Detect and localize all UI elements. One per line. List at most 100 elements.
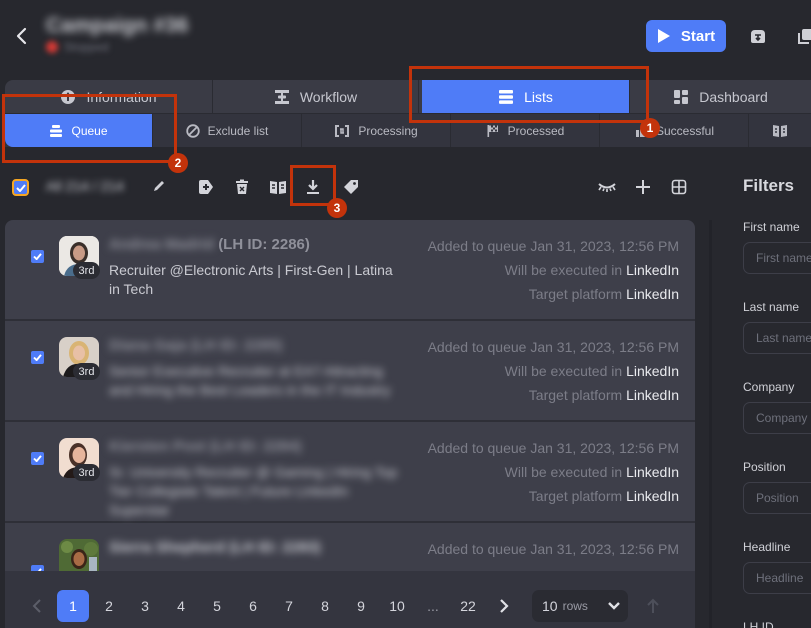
tab-queue[interactable]: Queue: [5, 114, 153, 147]
tag-button[interactable]: [341, 177, 361, 197]
list-item[interactable]: 3rd Andrea Madrid (LH ID: 2286) Recruite…: [5, 220, 695, 321]
trash-icon: [236, 179, 248, 194]
filters-title: Filters: [743, 176, 795, 195]
annotation-badge-1: 1: [640, 118, 660, 138]
page-7[interactable]: 7: [273, 590, 305, 622]
executed-in: Will be executed in LinkedIn: [504, 464, 679, 480]
next-page-button[interactable]: [488, 590, 520, 622]
filter-first-name-input[interactable]: [743, 242, 811, 274]
start-button[interactable]: Start: [646, 20, 726, 52]
play-icon: [657, 29, 670, 43]
page-8[interactable]: 8: [309, 590, 341, 622]
chevron-down-icon: [608, 602, 620, 610]
back-button[interactable]: [12, 24, 32, 48]
page-ellipsis[interactable]: ...: [417, 590, 449, 622]
rows-per-page-select[interactable]: 10 rows: [532, 590, 628, 622]
dashboard-icon: [674, 89, 689, 104]
eye-closed-icon: [598, 183, 616, 192]
connection-degree-badge: 3rd: [73, 262, 100, 279]
page-6[interactable]: 6: [237, 590, 269, 622]
page-10[interactable]: 10: [381, 590, 413, 622]
row-checkbox[interactable]: [31, 351, 44, 364]
prev-page-button[interactable]: [21, 590, 53, 622]
annotation-badge-3: 3: [327, 198, 347, 218]
lists-icon: [499, 89, 514, 104]
list-item[interactable]: 3rd Kiersten Post (LH ID: 2284) Sr. Univ…: [5, 422, 695, 523]
person-name[interactable]: Andrea Madrid (LH ID: 2286): [109, 236, 310, 253]
status-dot: [46, 41, 58, 53]
pagination: 1 2 3 4 5 6 7 8 9 10 ... 22 10 rows: [5, 571, 695, 628]
row-checkbox[interactable]: [31, 250, 44, 263]
tag-icon: [344, 180, 358, 194]
page-4[interactable]: 4: [165, 590, 197, 622]
filter-company-label: Company: [743, 380, 795, 394]
added-date: Added to queue Jan 31, 2023, 12:56 PM: [427, 238, 679, 254]
pencil-icon: [154, 181, 164, 191]
tab-information[interactable]: Information: [5, 80, 213, 113]
people-list: 3rd Andrea Madrid (LH ID: 2286) Recruite…: [5, 220, 695, 628]
scroll-to-top-button[interactable]: [637, 590, 669, 622]
grid-icon: [671, 179, 687, 195]
add-tag-icon: [199, 180, 213, 194]
annotation-badge-2: 2: [168, 153, 188, 173]
filter-headline-label: Headline: [743, 540, 791, 554]
filter-first-name-label: First name: [743, 220, 800, 234]
list-scrollbar[interactable]: [709, 220, 712, 628]
add-people-button[interactable]: [633, 177, 653, 197]
hide-button[interactable]: [597, 177, 617, 197]
duplicate-button[interactable]: [795, 26, 811, 46]
tab-processed[interactable]: Processed: [451, 114, 600, 147]
check-icon: [33, 253, 42, 260]
check-icon: [15, 183, 26, 192]
tab-campaign-list[interactable]: [749, 114, 811, 147]
campaign-title: Campaign #36: [46, 14, 189, 37]
workflow-icon: [274, 89, 289, 104]
tab-exclude-list[interactable]: Exclude list: [153, 114, 302, 147]
tab-workflow[interactable]: Workflow: [213, 80, 419, 113]
plus-icon: [636, 180, 650, 194]
select-all-checkbox[interactable]: [12, 179, 29, 196]
rows-per-page-label: rows: [562, 599, 588, 613]
chevron-left-icon: [16, 27, 27, 45]
archive-button[interactable]: [748, 26, 768, 46]
person-name[interactable]: Sierra Shepherd (LH ID: 2283): [109, 539, 321, 556]
check-icon: [33, 354, 42, 361]
page-2[interactable]: 2: [93, 590, 125, 622]
download-icon: [307, 180, 319, 194]
list-item[interactable]: 3rd Diana Gaja (LH ID: 2285) Senior Exec…: [5, 321, 695, 422]
filter-position-input[interactable]: [743, 482, 811, 514]
columns-button[interactable]: [669, 177, 689, 197]
tab-dashboard[interactable]: Dashboard: [630, 80, 811, 113]
filter-last-name-input[interactable]: [743, 322, 811, 354]
page-3[interactable]: 3: [129, 590, 161, 622]
export-csv-button[interactable]: [303, 177, 323, 197]
processing-icon: [335, 124, 350, 137]
page-9[interactable]: 9: [345, 590, 377, 622]
add-to-list-button[interactable]: [196, 177, 216, 197]
filter-headline-input[interactable]: [743, 562, 811, 594]
campaign-status: Stopped: [46, 40, 109, 54]
copy-icon: [798, 29, 811, 44]
filter-company-input[interactable]: [743, 402, 811, 434]
page-1[interactable]: 1: [57, 590, 89, 622]
delete-button[interactable]: [232, 177, 252, 197]
start-label: Start: [680, 27, 716, 45]
move-to-campaign-button[interactable]: [268, 177, 288, 197]
executed-in: Will be executed in LinkedIn: [504, 363, 679, 379]
person-name[interactable]: Diana Gaja (LH ID: 2285): [109, 337, 282, 354]
page-5[interactable]: 5: [201, 590, 233, 622]
person-name[interactable]: Kiersten Post (LH ID: 2284): [109, 438, 302, 455]
row-checkbox[interactable]: [31, 452, 44, 465]
tab-lists[interactable]: Lists: [422, 80, 630, 113]
tab-successful[interactable]: Successful: [600, 114, 749, 147]
person-headline: Recruiter @Electronic Arts | First-Gen |…: [109, 262, 393, 297]
list-tabs: Queue Exclude list Processing Processed …: [5, 113, 811, 147]
page-22[interactable]: 22: [452, 590, 484, 622]
filter-position-label: Position: [743, 460, 786, 474]
flag-icon: [487, 124, 498, 137]
target-platform: Target platform LinkedIn: [528, 488, 679, 504]
campaign-list-icon: [270, 181, 286, 194]
edit-selection-button[interactable]: [152, 179, 166, 193]
tab-processing[interactable]: Processing: [302, 114, 451, 147]
main-tabs: Information Workflow Lists Dashboard: [5, 80, 811, 113]
